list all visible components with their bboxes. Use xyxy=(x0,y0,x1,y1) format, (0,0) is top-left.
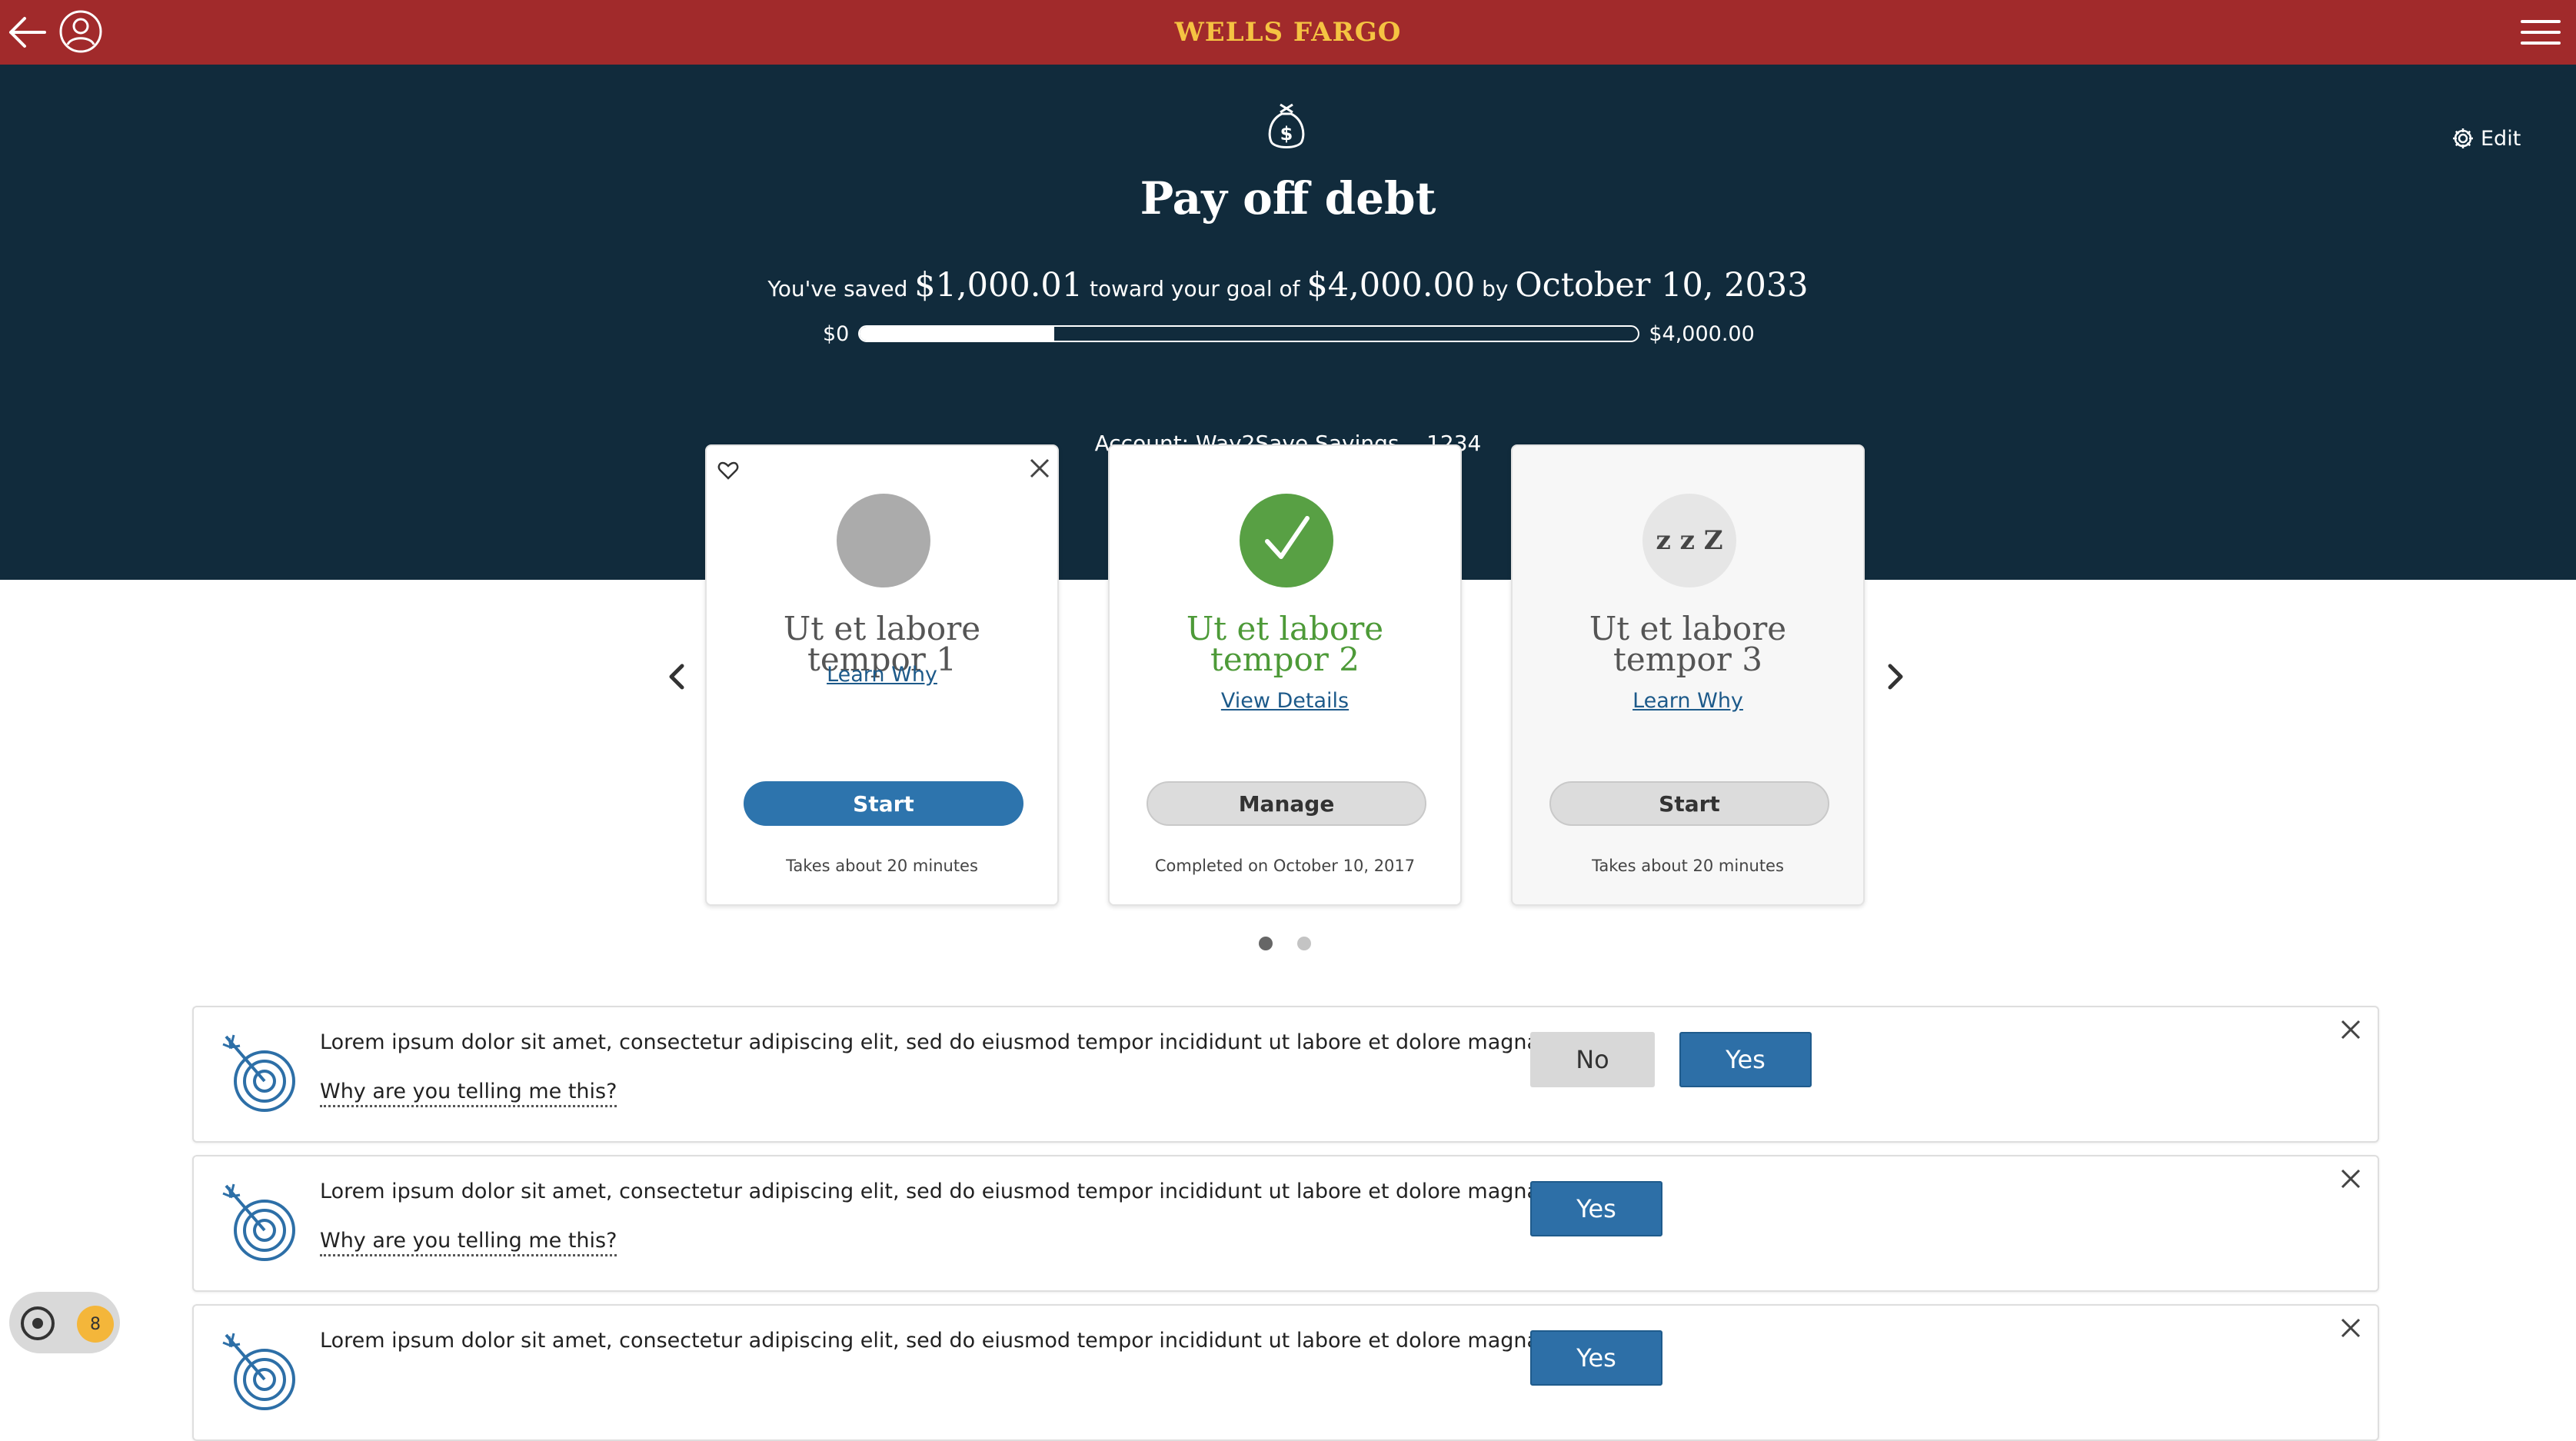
card-title: Ut et labore tempor 2 xyxy=(1186,610,1384,678)
close-icon[interactable] xyxy=(2339,1018,2362,1041)
action-card: z z Z Ut et labore tempor 3 Learn Why St… xyxy=(1511,444,1865,906)
carousel-dot-active[interactable] xyxy=(1259,937,1273,950)
floating-widget[interactable]: 8 xyxy=(9,1292,120,1353)
progress-fill xyxy=(860,327,1055,341)
status-circle xyxy=(837,494,930,587)
edit-button[interactable]: Edit xyxy=(2451,123,2521,154)
card-title: Ut et labore tempor 3 xyxy=(1589,610,1787,678)
gear-icon xyxy=(2453,128,2473,148)
chevron-left-icon[interactable] xyxy=(665,661,688,692)
yes-button[interactable]: Yes xyxy=(1530,1181,1662,1236)
progress-max: $4,000.00 xyxy=(1649,321,1755,346)
saved-prefix: You've saved xyxy=(767,276,908,301)
goal-amount: $4,000.00 xyxy=(1306,266,1476,305)
learn-why-link[interactable]: Learn Why xyxy=(1513,689,1863,713)
card-note: Takes about 20 minutes xyxy=(786,857,978,875)
brand-logo: WELLS FARGO xyxy=(1174,17,1402,48)
page-title: Pay off debt xyxy=(1140,172,1436,225)
edit-label: Edit xyxy=(2481,126,2521,151)
saved-amount: $1,000.01 xyxy=(914,266,1083,305)
close-icon[interactable] xyxy=(1028,457,1051,480)
progress-bar xyxy=(858,325,1640,342)
card-note: Completed on October 10, 2017 xyxy=(1154,857,1416,875)
view-details-link[interactable]: View Details xyxy=(1110,689,1460,713)
money-bag-icon: $ xyxy=(1268,103,1305,148)
target-date: October 10, 2033 xyxy=(1515,266,1809,305)
heart-icon[interactable] xyxy=(717,460,739,481)
checkmark-icon xyxy=(1265,516,1310,559)
hamburger-menu-icon[interactable] xyxy=(2521,17,2561,48)
yes-button[interactable]: Yes xyxy=(1530,1330,1662,1386)
savings-summary: You've saved $1,000.01 toward your goal … xyxy=(0,266,2576,305)
progress-min: $0 xyxy=(823,321,850,346)
svg-text:$: $ xyxy=(1280,123,1293,145)
target-icon xyxy=(222,1333,295,1410)
insight-message: Lorem ipsum dolor sit amet, consectetur … xyxy=(320,1030,1546,1054)
insight-message: Lorem ipsum dolor sit amet, consectetur … xyxy=(320,1329,1546,1353)
action-card: Ut et labore tempor 2 View Details Manag… xyxy=(1108,444,1462,906)
close-icon[interactable] xyxy=(2339,1167,2362,1190)
target-icon xyxy=(222,1034,295,1112)
no-button[interactable]: No xyxy=(1530,1032,1655,1087)
yes-button[interactable]: Yes xyxy=(1679,1032,1812,1087)
insight-card: Lorem ipsum dolor sit amet, consectetur … xyxy=(192,1304,2379,1441)
notification-badge: 8 xyxy=(77,1306,114,1343)
card-note: Takes about 20 minutes xyxy=(1592,857,1784,875)
chevron-right-icon[interactable] xyxy=(1884,661,1907,692)
top-bar: WELLS FARGO xyxy=(0,0,2576,65)
why-link[interactable]: Why are you telling me this? xyxy=(320,1080,617,1107)
start-button[interactable]: Start xyxy=(744,781,1023,826)
goal-progress: $0 $4,000.00 xyxy=(823,318,1755,349)
start-button[interactable]: Start xyxy=(1549,781,1829,826)
by-text: by xyxy=(1482,276,1509,301)
insight-card: Lorem ipsum dolor sit amet, consectetur … xyxy=(192,1155,2379,1292)
toward-text: toward your goal of xyxy=(1090,276,1300,301)
action-card: Ut et labore tempor 1 Learn Why Start Ta… xyxy=(705,444,1059,906)
carousel-dot[interactable] xyxy=(1297,937,1311,950)
insight-message: Lorem ipsum dolor sit amet, consectetur … xyxy=(320,1180,1546,1203)
snooze-icon: z z Z xyxy=(1642,494,1736,587)
close-icon[interactable] xyxy=(2339,1316,2362,1339)
insight-card: Lorem ipsum dolor sit amet, consectetur … xyxy=(192,1006,2379,1143)
learn-why-link[interactable]: Learn Why xyxy=(707,663,1057,687)
target-icon xyxy=(21,1306,55,1340)
why-link[interactable]: Why are you telling me this? xyxy=(320,1229,617,1256)
status-circle xyxy=(1240,494,1333,587)
manage-button[interactable]: Manage xyxy=(1147,781,1426,826)
target-icon xyxy=(222,1183,295,1261)
